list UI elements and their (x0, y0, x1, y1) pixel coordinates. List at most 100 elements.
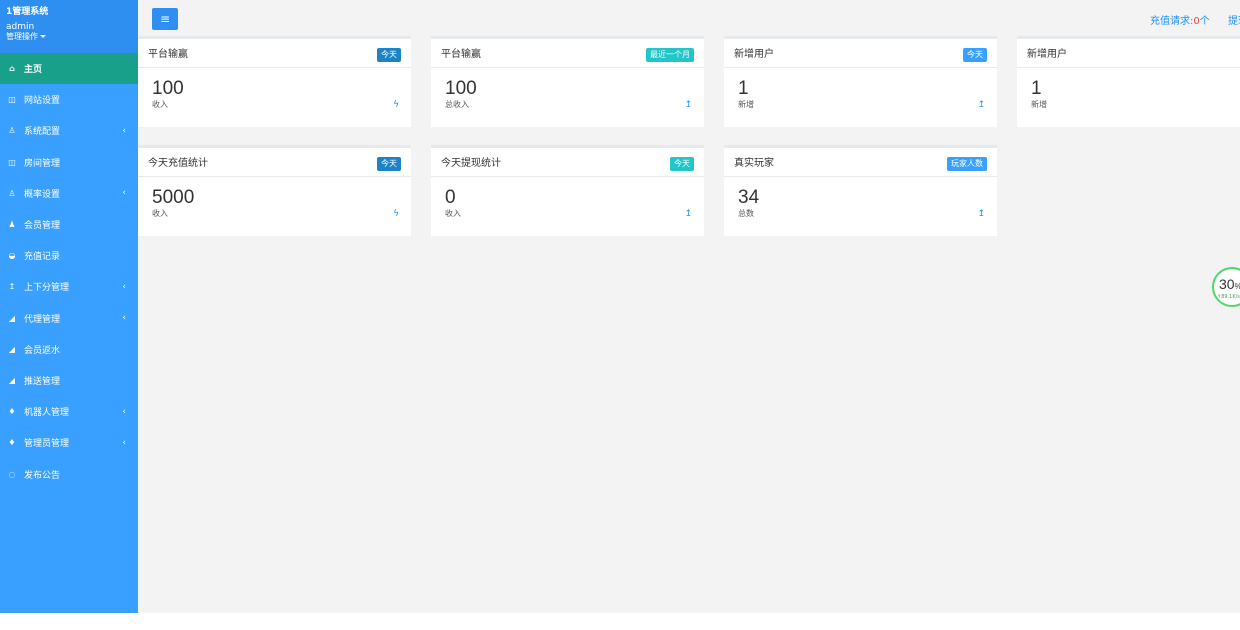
sidebar-item-label: 房间管理 (24, 158, 61, 169)
sidebar-item-8[interactable]: ◢ 代理管理 ‹ (0, 303, 138, 334)
stat-card-header: 今天充值统计 今天 (138, 148, 411, 177)
sidebar-item-3[interactable]: ◫ 房间管理 (0, 147, 138, 178)
chevron-left-icon: ‹ (122, 437, 126, 448)
level-up-icon: ↥ (8, 282, 16, 292)
comment-icon: ◌ (8, 469, 16, 479)
home-icon: ⌂ (9, 64, 15, 74)
paper-plane-icon: ◢ (8, 313, 16, 323)
sidebar-item-label: 概率设置 (24, 189, 61, 200)
stat-card-subtitle: 新增 (1031, 100, 1047, 109)
stat-card-value: 1 (738, 78, 749, 99)
stat-card-header: 平台输赢 最近一个月 (431, 39, 704, 68)
sidebar-item-13[interactable]: ◌ 发布公告 (0, 458, 138, 489)
stat-card-header: 平台输赢 今天 (138, 39, 411, 68)
stat-card-body: 100 收入 ϟ (138, 68, 411, 126)
level-up-icon: ↥ (977, 209, 985, 219)
bolt-icon: ϟ (393, 100, 399, 110)
sidebar-item-10[interactable]: ◢ 推送管理 (0, 365, 138, 396)
stat-card-value: 100 (445, 78, 477, 99)
stat-card-body: 34 总数 ↥ (724, 177, 997, 235)
stat-card-badge: 今天 (377, 157, 401, 171)
sidebar-item-6[interactable]: ◒ 充值记录 (0, 240, 138, 271)
stat-card-badge: 今天 (670, 157, 694, 171)
sidebar: 1管理系统 admin 管理操作 ⌂ 主页 ◫ 网站设置 ♙ 系统配置 ‹ ◫ 房间管理 ♙ 概率设… (0, 0, 138, 613)
sidebar-item-label: 管理员管理 (24, 439, 70, 450)
sidebar-item-12[interactable]: ♦ 管理员管理 ‹ (0, 427, 138, 458)
recharge-label: 充值请求: (1150, 16, 1194, 27)
site-name: 1管理系统 (6, 7, 49, 17)
stat-card-value: 1 (1031, 78, 1042, 99)
stat-card-header: 今天提现统计 今天 (431, 148, 704, 177)
stat-card: 新增用户 今天 1 新增 ↥ (724, 36, 997, 127)
stat-card-header: 新增用户总 (1017, 39, 1240, 68)
chevron-left-icon: ‹ (122, 188, 126, 199)
paper-plane-icon: ◢ (8, 344, 16, 354)
gauge-speed: ↑89.1K/s (1217, 294, 1240, 300)
sidebar-nav: ⌂ 主页 ◫ 网站设置 ♙ 系统配置 ‹ ◫ 房间管理 ♙ 概率设置 ‹ ♟ 会员管理 ◒ 充值记录 ↥ 上下分管… (0, 53, 138, 490)
sidebar-item-label: 发布公告 (24, 470, 61, 481)
stat-card: 平台输赢 今天 100 收入 ϟ (138, 36, 411, 127)
stat-card-body: 1新增↥ (1017, 68, 1240, 126)
sidebar-brand: 1管理系统 admin 管理操作 (0, 0, 138, 53)
withdraw-link[interactable]: 提现 (1228, 12, 1240, 27)
stat-card-value: 34 (738, 187, 760, 208)
sidebar-item-2[interactable]: ♙ 系统配置 ‹ (0, 115, 138, 146)
recharge-requests-link[interactable]: 充值请求:0个 (1150, 12, 1210, 27)
admin-ops-dropdown[interactable]: 管理操作 (6, 32, 138, 42)
stat-card-subtitle: 总收入 (445, 100, 469, 109)
male-icon: ♦ (8, 407, 16, 417)
dashboard-content: 平台输赢 今天 100 收入 ϟ 平台输赢 最近一个月 100 总收入 ↥ 新增用户 今天 1 新增 ↥ 新增… (138, 34, 1240, 613)
menu-icon: ≡ (159, 12, 171, 26)
sidebar-item-label: 主页 (24, 65, 43, 76)
stat-card-title: 平台输赢 (441, 49, 481, 60)
sidebar-item-label: 上下分管理 (24, 283, 70, 294)
stat-card-subtitle: 收入 (152, 209, 168, 218)
sidebar-item-label: 会员管理 (24, 221, 61, 232)
flask-icon: ♙ (8, 188, 16, 198)
columns-icon: ◫ (8, 157, 16, 167)
stat-card-header: 真实玩家 玩家人数 (724, 148, 997, 177)
chevron-left-icon: ‹ (122, 406, 126, 417)
stat-card: 今天充值统计 今天 5000 收入 ϟ (138, 145, 411, 236)
sidebar-item-1[interactable]: ◫ 网站设置 (0, 84, 138, 115)
level-up-icon: ↥ (684, 209, 692, 219)
user-name: admin (6, 22, 35, 32)
stat-card-title: 新增用户 (1027, 49, 1067, 60)
stat-card: 真实玩家 玩家人数 34 总数 ↥ (724, 145, 997, 236)
stat-card-title: 今天充值统计 (148, 158, 208, 169)
menu-toggle-button[interactable]: ≡ (152, 8, 178, 30)
stat-card-title: 今天提现统计 (441, 158, 501, 169)
chevron-left-icon: ‹ (122, 313, 126, 324)
stat-card-body: 5000 收入 ϟ (138, 177, 411, 235)
stat-card-subtitle: 总数 (738, 209, 754, 218)
flask-icon: ♙ (8, 126, 16, 136)
sidebar-item-label: 充值记录 (24, 252, 61, 263)
stat-card-value: 0 (445, 187, 456, 208)
stat-card-badge: 玩家人数 (947, 157, 987, 171)
sidebar-item-label: 系统配置 (24, 127, 61, 138)
sidebar-item-7[interactable]: ↥ 上下分管理 ‹ (0, 271, 138, 302)
stat-card: 平台输赢 最近一个月 100 总收入 ↥ (431, 36, 704, 127)
caret-down-icon (40, 35, 46, 38)
sidebar-item-label: 代理管理 (24, 314, 61, 325)
sidebar-item-11[interactable]: ♦ 机器人管理 ‹ (0, 396, 138, 427)
level-up-icon: ↥ (684, 100, 692, 110)
stat-card-header: 新增用户 今天 (724, 39, 997, 68)
sidebar-item-9[interactable]: ◢ 会员返水 (0, 334, 138, 365)
stat-card-badge: 今天 (963, 48, 987, 62)
paper-plane-icon: ◢ (8, 375, 16, 385)
level-up-icon: ↥ (977, 100, 985, 110)
recharge-unit: 个 (1199, 16, 1210, 27)
sidebar-item-label: 推送管理 (24, 376, 61, 387)
stat-card-subtitle: 收入 (152, 100, 168, 109)
sidebar-item-5[interactable]: ♟ 会员管理 (0, 209, 138, 240)
stat-card-body: 1新增↥ (724, 68, 997, 126)
top-bar: ≡ 充值请求:0个 提现 (138, 0, 1240, 34)
sidebar-item-4[interactable]: ♙ 概率设置 ‹ (0, 178, 138, 209)
stat-card-value: 5000 (152, 187, 195, 208)
user-icon: ♟ (8, 220, 16, 230)
car-icon: ◒ (8, 251, 16, 261)
stat-card-title: 真实玩家 (734, 158, 774, 169)
sidebar-item-0[interactable]: ⌂ 主页 (0, 53, 138, 85)
stat-card: 新增用户总1新增↥ (1017, 36, 1240, 127)
